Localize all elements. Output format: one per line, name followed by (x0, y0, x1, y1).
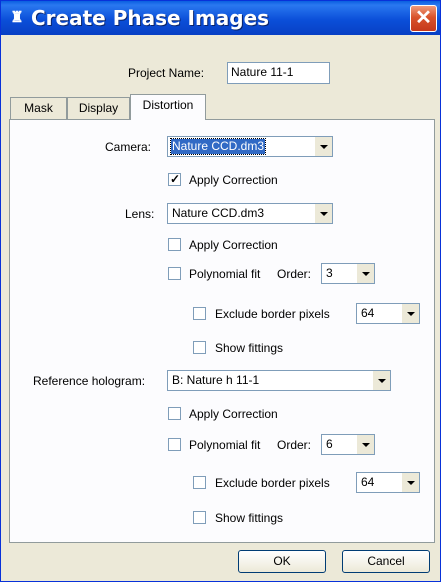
camera-apply-correction-checkbox[interactable]: ✓ (168, 172, 181, 186)
reference-hologram-value: B: Nature h 11-1 (172, 373, 260, 387)
lens-show-fittings-checkbox[interactable] (193, 341, 206, 354)
chevron-down-icon[interactable] (401, 304, 419, 323)
chevron-down-icon[interactable] (401, 473, 419, 492)
lens-show-fittings-label: Show fittings (215, 341, 284, 355)
dialog-window: ♜ Create Phase Images ✕ Project Name: Na… (0, 0, 441, 582)
chevron-down-icon[interactable] (314, 204, 332, 223)
lens-border-pixels-select[interactable]: 64 (356, 303, 420, 324)
ok-button[interactable]: OK (238, 550, 326, 573)
lens-label: Lens: (125, 207, 155, 221)
reference-apply-correction-label: Apply Correction (189, 407, 278, 421)
app-icon: ♜ (10, 9, 24, 26)
lens-exclude-border-label: Exclude border pixels (215, 307, 330, 321)
lens-exclude-border-checkbox[interactable] (193, 307, 206, 320)
lens-apply-correction-label: Apply Correction (189, 238, 278, 252)
lens-border-pixels-value: 64 (361, 306, 375, 320)
title-bar[interactable]: ♜ Create Phase Images ✕ (1, 1, 440, 35)
camera-select-value: Nature CCD.dm3 (169, 138, 267, 155)
reference-show-fittings-label: Show fittings (215, 511, 284, 525)
reference-order-select[interactable]: 6 (321, 434, 375, 455)
project-name-label: Project Name: (128, 66, 205, 80)
checkmark-icon: ✓ (169, 172, 181, 186)
reference-apply-correction-checkbox[interactable] (168, 407, 181, 420)
tab-distortion[interactable]: Distortion (130, 94, 206, 120)
lens-polynomial-fit-label: Polynomial fit (189, 267, 261, 281)
reference-border-pixels-select[interactable]: 64 (356, 472, 420, 493)
chevron-down-icon[interactable] (314, 137, 332, 156)
chevron-down-icon[interactable] (356, 435, 374, 454)
close-button[interactable]: ✕ (410, 5, 437, 32)
reference-show-fittings-checkbox[interactable] (193, 511, 206, 524)
tab-mask[interactable]: Mask (10, 97, 67, 119)
camera-select[interactable]: Nature CCD.dm3 (167, 136, 333, 157)
reference-order-value: 6 (326, 437, 333, 451)
reference-hologram-label: Reference hologram: (33, 374, 146, 388)
close-icon: ✕ (415, 7, 432, 29)
chevron-down-icon[interactable] (356, 264, 374, 283)
lens-apply-correction-checkbox[interactable] (168, 238, 181, 251)
reference-polynomial-fit-checkbox[interactable] (168, 438, 181, 451)
cancel-button[interactable]: Cancel (342, 550, 430, 573)
reference-border-pixels-value: 64 (361, 475, 375, 489)
lens-polynomial-fit-checkbox[interactable] (168, 267, 181, 280)
camera-apply-correction-label: Apply Correction (189, 173, 278, 187)
reference-hologram-select[interactable]: B: Nature h 11-1 (167, 370, 391, 391)
reference-exclude-border-label: Exclude border pixels (215, 476, 330, 490)
reference-exclude-border-checkbox[interactable] (193, 476, 206, 489)
camera-label: Camera: (105, 140, 152, 154)
lens-select[interactable]: Nature CCD.dm3 (167, 203, 333, 224)
reference-order-label: Order: (277, 438, 312, 452)
lens-order-label: Order: (277, 267, 312, 281)
window-title: Create Phase Images (31, 6, 270, 30)
lens-select-value: Nature CCD.dm3 (172, 206, 265, 220)
chevron-down-icon[interactable] (372, 371, 390, 390)
lens-order-value: 3 (326, 266, 333, 280)
project-name-input[interactable]: Nature 11-1 (227, 62, 330, 84)
lens-order-select[interactable]: 3 (321, 263, 375, 284)
tab-display[interactable]: Display (67, 97, 130, 119)
reference-polynomial-fit-label: Polynomial fit (189, 438, 261, 452)
